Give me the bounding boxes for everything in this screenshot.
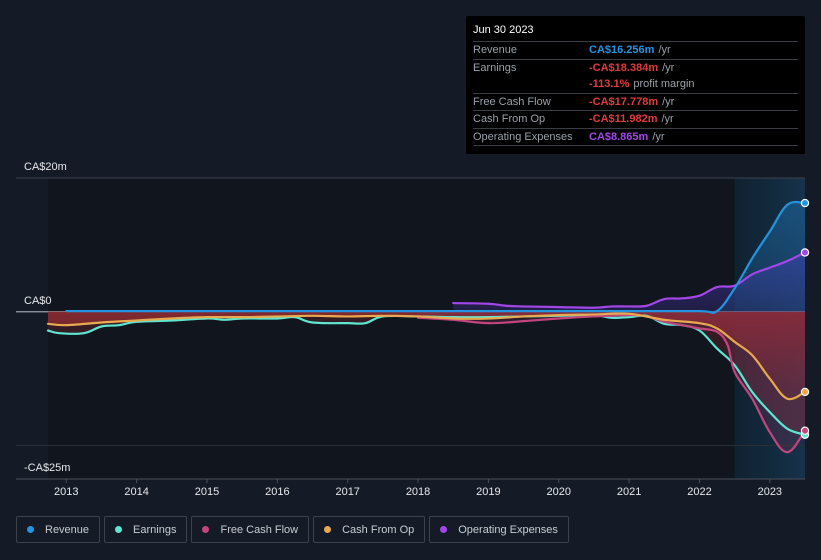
tooltip-label: Free Cash Flow (473, 95, 551, 108)
tooltip-label: Revenue (473, 44, 518, 56)
y-tick-label: -CA$25m (24, 462, 70, 474)
tooltip-suffix: profit margin (633, 78, 695, 90)
x-tick-label: 2016 (265, 486, 289, 498)
marker-cash-from-op (800, 387, 810, 397)
tooltip-value: CA$16.256m (589, 44, 655, 56)
tooltip-label: Operating Expenses (473, 130, 573, 143)
tooltip-row-cash-from-op: Cash From Op -CA$11.982m/yr (473, 111, 798, 129)
legend-item-free-cash-flow[interactable]: Free Cash Flow (191, 516, 310, 543)
legend-dot-icon (202, 526, 210, 533)
tooltip-value: -CA$11.982m (589, 113, 658, 125)
tooltip-row-profit-margin: -113.1% profit margin (473, 76, 798, 94)
tooltip-row-operating-expenses: Operating Expenses CA$8.865m/yr (473, 129, 798, 146)
marker-operating-expenses (800, 248, 810, 257)
x-tick-label: 2014 (124, 486, 148, 498)
plot-background (48, 178, 805, 479)
tooltip-value: -CA$17.778m (589, 95, 659, 108)
legend-dot-icon (27, 526, 34, 533)
legend: Revenue Earnings Free Cash Flow Cash From O… (16, 516, 569, 543)
tooltip-suffix: /yr (652, 130, 665, 143)
tooltip-label: Cash From Op (473, 113, 546, 125)
x-tick-label: 2015 (195, 486, 219, 498)
legend-item-operating-expenses[interactable]: Operating Expenses (429, 516, 569, 543)
x-tick-label: 2018 (406, 486, 430, 498)
legend-label: Free Cash Flow (220, 523, 299, 536)
x-tick-label: 2023 (758, 486, 782, 498)
tooltip-value: -113.1% (589, 78, 630, 90)
x-tick-label: 2013 (54, 486, 78, 498)
tooltip-row-revenue: Revenue CA$16.256m/yr (473, 42, 798, 60)
tooltip-value: -CA$18.384m (589, 61, 659, 74)
legend-dot-icon (324, 526, 332, 533)
tooltip-suffix: /yr (662, 61, 675, 74)
y-tick-label: CA$0 (24, 295, 52, 307)
legend-label: Revenue (45, 523, 90, 536)
legend-label: Operating Expenses (458, 523, 558, 536)
x-tick-label: 2022 (687, 486, 711, 498)
legend-item-cash-from-op[interactable]: Cash From Op (313, 516, 426, 543)
legend-label: Earnings (133, 523, 177, 536)
marker-free-cash-flow (800, 426, 810, 435)
tooltip-date: Jun 30 2023 (473, 22, 798, 42)
legend-dot-icon (440, 526, 448, 533)
tooltip: Jun 30 2023 Revenue CA$16.256m/yr Earnings… (466, 16, 805, 154)
tooltip-suffix: /yr (662, 95, 675, 108)
legend-item-revenue[interactable]: Revenue (16, 516, 101, 543)
marker-revenue (800, 198, 810, 208)
tooltip-row-earnings: Earnings -CA$18.384m/yr (473, 60, 798, 77)
y-tick-label: CA$20m (24, 161, 67, 173)
legend-dot-icon (115, 526, 123, 533)
x-tick-label: 2019 (476, 486, 500, 498)
tooltip-row-free-cash-flow: Free Cash Flow -CA$17.778m/yr (473, 94, 798, 111)
tooltip-label: Earnings (473, 61, 517, 74)
tooltip-suffix: /yr (658, 44, 671, 56)
tooltip-value: CA$8.865m (589, 130, 649, 143)
tooltip-label (473, 76, 589, 93)
legend-label: Cash From Op (342, 523, 415, 536)
x-tick-label: 2021 (617, 486, 641, 498)
tooltip-suffix: /yr (661, 113, 674, 125)
x-tick-label: 2020 (547, 486, 571, 498)
legend-item-earnings[interactable]: Earnings (104, 516, 188, 543)
x-tick-label: 2017 (335, 486, 359, 498)
